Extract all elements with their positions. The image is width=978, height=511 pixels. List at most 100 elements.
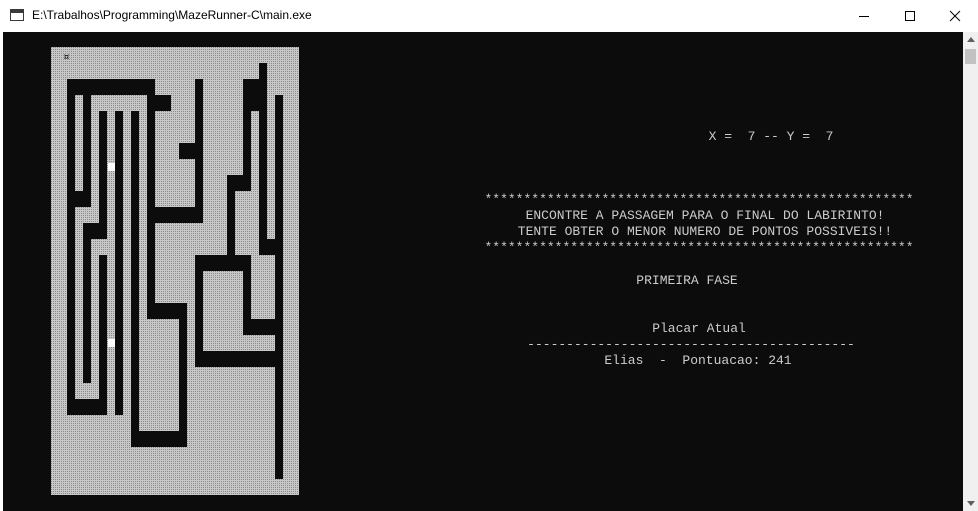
maze-wall-cell <box>195 159 203 175</box>
maze-wall-cell <box>83 319 91 335</box>
maximize-button[interactable] <box>887 0 933 32</box>
maze-wall-cell <box>147 159 155 175</box>
window-titlebar[interactable]: E:\Trabalhos\Programming\MazeRunner-C\ma… <box>0 0 978 32</box>
maze-wall-cell <box>275 399 283 415</box>
maze-wall-cell <box>115 191 123 207</box>
maze-wall-cell <box>67 239 75 255</box>
player-marker: ¤ <box>63 50 70 63</box>
maze-wall-cell <box>275 351 283 367</box>
maze-wall-cell <box>99 207 107 223</box>
maze-wall-cell <box>259 319 267 335</box>
maze-wall-cell <box>275 335 283 351</box>
maze-wall-cell <box>275 223 283 239</box>
maze-wall-cell <box>227 223 235 239</box>
maze-wall-cell <box>99 111 107 127</box>
maze-wall-cell <box>259 191 267 207</box>
maze-wall-cell <box>195 207 203 223</box>
maze-wall-cell <box>99 319 107 335</box>
maze-wall-cell <box>275 271 283 287</box>
maze-wall-cell <box>243 111 251 127</box>
maze-wall-cell <box>179 207 187 223</box>
maze-wall-cell <box>131 351 139 367</box>
maze-wall-cell <box>275 143 283 159</box>
maze-wall-cell <box>259 63 267 79</box>
maze-wall-cell <box>195 127 203 143</box>
maze-wall-cell <box>147 127 155 143</box>
maze-wall-cell <box>99 335 107 351</box>
maze-wall-cell <box>131 383 139 399</box>
maze-wall-cell <box>275 111 283 127</box>
maze-wall-cell <box>275 431 283 447</box>
maze-wall-cell <box>243 351 251 367</box>
maze-wall-cell <box>195 143 203 159</box>
maze-wall-cell <box>131 79 139 95</box>
maze-wall-cell <box>147 223 155 239</box>
maze-wall-cell <box>67 159 75 175</box>
maze-wall-cell <box>99 367 107 383</box>
maze-wall-cell <box>131 399 139 415</box>
maze-wall-cell <box>115 303 123 319</box>
maze-wall-cell <box>251 79 259 95</box>
maze-wall-cell <box>67 143 75 159</box>
maze-wall-cell <box>131 111 139 127</box>
maze-wall-cell <box>171 431 179 447</box>
maze-wall-cell <box>115 159 123 175</box>
maze-wall-cell <box>187 207 195 223</box>
maze-item-marker <box>108 163 115 171</box>
maze-wall-cell <box>275 159 283 175</box>
maze-wall-cell <box>171 303 179 319</box>
maze-wall-cell <box>147 287 155 303</box>
maze-wall-cell <box>219 351 227 367</box>
minimize-icon <box>859 16 869 17</box>
maze-wall-cell <box>243 95 251 111</box>
maze-wall-cell <box>83 255 91 271</box>
maze-wall-cell <box>179 415 187 431</box>
maze-wall-cell <box>83 175 91 191</box>
maze-wall-cell <box>155 303 163 319</box>
scroll-down-button[interactable] <box>963 496 978 511</box>
minimize-button[interactable] <box>841 0 887 32</box>
maze-wall-cell <box>131 191 139 207</box>
maze-wall-cell <box>83 303 91 319</box>
maze-wall-cell <box>83 79 91 95</box>
maze-wall-cell <box>251 351 259 367</box>
maze-wall-cell <box>131 255 139 271</box>
maze-wall-cell <box>203 255 211 271</box>
maze-wall-cell <box>203 351 211 367</box>
maze-wall-cell <box>243 159 251 175</box>
maze-wall-cell <box>211 255 219 271</box>
maze-wall-cell <box>99 287 107 303</box>
maze-wall-cell <box>147 207 155 223</box>
close-button[interactable] <box>932 0 978 32</box>
vertical-scrollbar[interactable] <box>963 32 978 511</box>
maximize-icon <box>905 11 915 21</box>
maze-wall-cell <box>115 351 123 367</box>
maze-wall-cell <box>83 223 91 239</box>
maze-wall-cell <box>67 191 75 207</box>
maze-wall-cell <box>243 175 251 191</box>
maze-wall-cell <box>259 79 267 95</box>
maze-wall-cell <box>243 143 251 159</box>
scroll-up-button[interactable] <box>963 32 978 47</box>
maze-wall-cell <box>147 191 155 207</box>
maze-wall-cell <box>195 255 203 271</box>
maze-wall-cell <box>67 271 75 287</box>
console-area[interactable]: ¤ X = 7 -- Y = 7 ***********************… <box>3 32 963 511</box>
maze-wall-cell <box>259 175 267 191</box>
maze-wall-cell <box>67 287 75 303</box>
maze-wall-cell <box>139 79 147 95</box>
maze-wall-cell <box>147 303 155 319</box>
scroll-thumb[interactable] <box>965 49 976 64</box>
maze-wall-cell <box>163 431 171 447</box>
maze-wall-cell <box>179 143 187 159</box>
chevron-up-icon <box>966 37 975 42</box>
maze-wall-cell <box>227 239 235 255</box>
maze-wall-cell <box>195 271 203 287</box>
maze-wall-cell <box>67 383 75 399</box>
maze-wall-cell <box>147 255 155 271</box>
maze-wall-cell <box>99 271 107 287</box>
maze-wall-cell <box>227 255 235 271</box>
maze-wall-cell <box>259 159 267 175</box>
maze-wall-cell <box>147 95 155 111</box>
maze-wall-cell <box>131 431 139 447</box>
